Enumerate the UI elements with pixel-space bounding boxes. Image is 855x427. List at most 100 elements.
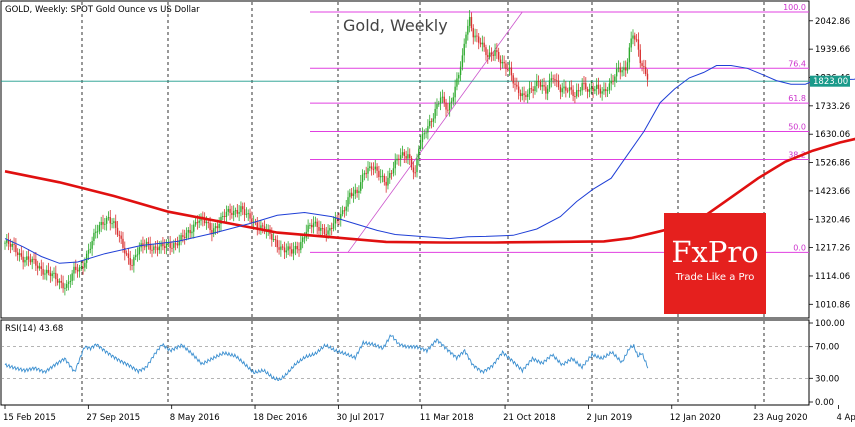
- candle-body: [546, 88, 549, 94]
- candle-body: [525, 95, 527, 97]
- candle-body: [626, 62, 629, 71]
- date-tick-label: 23 Aug 2020: [753, 413, 807, 423]
- candle-body: [532, 89, 534, 91]
- candle-body: [116, 227, 119, 235]
- candle-body: [49, 272, 52, 276]
- candle-body: [209, 222, 211, 230]
- candle-body: [398, 158, 400, 160]
- candle-body: [603, 89, 605, 92]
- rsi-tick-label: 100.00: [815, 319, 845, 329]
- candle-body: [207, 222, 209, 224]
- candle-body: [247, 213, 249, 215]
- candle-body: [100, 222, 102, 226]
- candle-body: [536, 81, 538, 87]
- rsi-tick-label: 0.00: [815, 398, 834, 408]
- candle-body: [434, 108, 436, 119]
- candle-body: [289, 246, 291, 250]
- candle-body: [360, 182, 362, 191]
- candle-body: [262, 225, 264, 227]
- candle-body: [53, 272, 55, 274]
- candle-body: [327, 230, 329, 235]
- candle-body: [196, 222, 199, 224]
- candle-body: [390, 173, 393, 175]
- price-tick-label: 1114.06: [815, 272, 850, 282]
- price-tick-label: 1423.66: [815, 187, 850, 197]
- candle-body: [22, 256, 24, 263]
- fib-level-label: 0.0: [793, 243, 806, 252]
- candle-body: [387, 177, 389, 186]
- candle-body: [40, 266, 42, 269]
- candle-body: [31, 258, 33, 263]
- candle-body: [56, 279, 59, 283]
- fibonacci-trendline: [347, 11, 523, 253]
- candle-body: [131, 265, 133, 266]
- candle-body: [586, 89, 589, 92]
- candle-body: [66, 284, 68, 288]
- candle-body: [69, 281, 72, 282]
- candle-body: [58, 281, 61, 283]
- candle-body: [447, 109, 449, 111]
- date-tick-label: 30 Jul 2017: [336, 413, 384, 423]
- candle-body: [164, 246, 166, 248]
- candle-body: [334, 217, 337, 224]
- candle-body: [331, 228, 333, 229]
- candle-body: [487, 55, 489, 58]
- candle-body: [47, 269, 50, 273]
- candle-body: [29, 259, 32, 263]
- candle-body: [6, 239, 8, 243]
- candle-body: [559, 87, 562, 93]
- candle-body: [129, 258, 131, 265]
- candle-body: [296, 246, 298, 250]
- candle-body: [133, 257, 135, 266]
- candle-body: [412, 167, 415, 173]
- candle-body: [174, 243, 177, 245]
- candle-body: [550, 78, 553, 81]
- date-tick-label: 18 Dec 2016: [253, 413, 307, 423]
- price-tick-label: 2042.86: [815, 17, 850, 27]
- candle-body: [249, 213, 251, 219]
- candle-body: [635, 39, 638, 41]
- candle-body: [183, 236, 186, 238]
- candle-body: [572, 89, 574, 96]
- candle-body: [641, 63, 643, 66]
- candle-body: [187, 230, 190, 233]
- candle-body: [158, 246, 160, 251]
- candle-body: [138, 247, 141, 255]
- candle-body: [62, 282, 64, 289]
- candle-body: [468, 17, 471, 26]
- candle-body: [570, 87, 572, 90]
- candle-body: [125, 253, 128, 255]
- candle-body: [95, 231, 97, 233]
- candle-body: [147, 241, 150, 244]
- candle-body: [67, 281, 70, 284]
- candle-body: [394, 160, 396, 169]
- candle-body: [389, 173, 391, 178]
- candle-body: [151, 249, 153, 251]
- candle-body: [234, 210, 237, 212]
- candle-body: [376, 166, 378, 171]
- candle-body: [238, 212, 240, 214]
- candle-body: [325, 234, 327, 235]
- candle-body: [323, 228, 326, 234]
- candle-body: [438, 103, 440, 105]
- candle-body: [189, 230, 191, 234]
- candle-body: [24, 260, 26, 263]
- rsi-tick-label: 30.00: [815, 374, 839, 384]
- candle-body: [541, 85, 543, 87]
- fxpro-logo: FxPro Trade Like a Pro: [664, 213, 766, 314]
- candle-body: [503, 62, 505, 64]
- candle-body: [367, 168, 369, 174]
- candle-body: [180, 235, 182, 241]
- candle-body: [91, 241, 93, 249]
- date-tick-label: 8 May 2016: [170, 413, 220, 423]
- candle-body: [144, 246, 146, 248]
- candle-body: [107, 217, 110, 219]
- candle-body: [499, 59, 502, 64]
- candle-body: [450, 101, 453, 103]
- candle-body: [276, 240, 278, 248]
- candle-body: [55, 272, 57, 280]
- candle-body: [105, 218, 108, 224]
- candle-body: [458, 75, 460, 79]
- candle-body: [64, 287, 66, 289]
- candle-body: [292, 249, 295, 254]
